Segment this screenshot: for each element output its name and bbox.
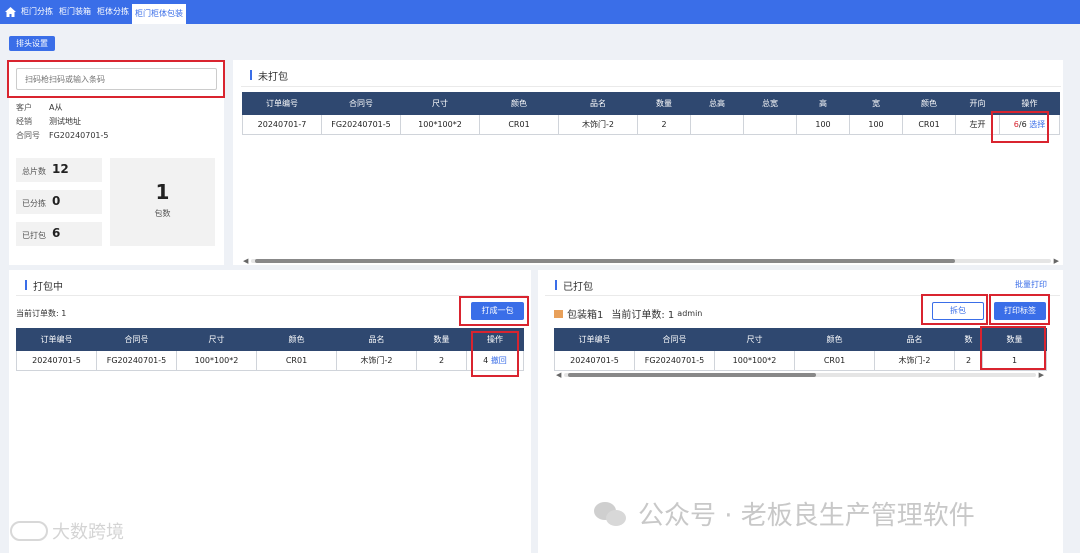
customer-label: 客户 (16, 103, 32, 112)
header-settings-button[interactable]: 排头设置 (9, 36, 55, 51)
horizontal-scrollbar[interactable]: ◀ ▶ (241, 257, 1061, 265)
table-header-row: 订单编号 合同号 尺寸 颜色 品名 数 数量 (554, 328, 1047, 351)
table-header-row: 订单编号 合同号 尺寸 颜色 品名 数量 操作 (16, 328, 524, 351)
packed-table: 订单编号 合同号 尺寸 颜色 品名 数 数量 20240701-5 FG2024… (554, 328, 1047, 371)
packed-stat: 已打包 6 (16, 222, 102, 246)
packing-panel: 打包中 当前订单数: 1 打成一包 订单编号 合同号 尺寸 颜色 品名 数量 操… (9, 270, 531, 553)
package-box-name: 包装箱1 (567, 310, 604, 321)
packing-current-orders: 当前订单数: 1 (16, 309, 67, 318)
table-row[interactable]: 20240701-5 FG20240701-5 100*100*2 CR01 木… (16, 350, 524, 371)
scan-input-highlight (7, 60, 225, 98)
table-row[interactable]: 20240701-5 FG20240701-5 100*100*2 CR01 木… (554, 350, 1047, 371)
contract-label: 合同号 (16, 131, 40, 140)
home-icon[interactable] (2, 0, 18, 24)
customer-value: A从 (49, 103, 63, 112)
packing-table: 订单编号 合同号 尺寸 颜色 品名 数量 操作 20240701-5 FG202… (16, 328, 524, 371)
unpacked-panel: 未打包 订单编号 合同号 尺寸 颜色 品名 数量 总高 总宽 高 宽 颜色 开向… (233, 60, 1063, 265)
dealer-value: 测试地址 (49, 117, 81, 126)
total-pieces-stat: 总片数 12 (16, 158, 102, 182)
packed-qty-highlight (980, 326, 1046, 370)
dealer-label: 经销 (16, 117, 32, 126)
divider (241, 86, 1061, 87)
pack-button-highlight (459, 296, 529, 326)
packed-user: admin (677, 309, 703, 318)
brand-watermark: 公众号 · 老板良生产管理软件 (638, 501, 975, 531)
table-row[interactable]: 20240701-7 FG20240701-5 100*100*2 CR01 木… (242, 114, 1060, 135)
package-count-label: 包数 (154, 209, 171, 218)
tab-door-boxing[interactable]: 柜门装箱 (56, 0, 94, 24)
unpacked-table: 订单编号 合同号 尺寸 颜色 品名 数量 总高 总宽 高 宽 颜色 开向 操作 … (242, 92, 1060, 135)
top-tab-bar: 柜门分拣 柜门装箱 柜体分拣 柜门柜体包装 (0, 0, 1080, 24)
package-box-icon (554, 309, 563, 318)
table-header-row: 订单编号 合同号 尺寸 颜色 品名 数量 总高 总宽 高 宽 颜色 开向 操作 (242, 92, 1060, 115)
horizontal-scrollbar[interactable]: ◀ ▶ (554, 371, 1046, 379)
batch-print-link[interactable]: 批量打印 (1015, 279, 1047, 290)
packing-title: 打包中 (25, 278, 63, 293)
tab-door-sorting[interactable]: 柜门分拣 (18, 0, 56, 24)
tab-cabinet-sorting[interactable]: 柜体分拣 (94, 0, 132, 24)
package-count-stat: 1 包数 (110, 158, 215, 246)
brand-logo-icon (10, 521, 48, 541)
withdraw-highlight (471, 331, 519, 377)
print-button-highlight (989, 294, 1050, 325)
contract-value: FG20240701-5 (49, 131, 109, 140)
packed-title: 已打包 (555, 278, 593, 293)
unpack-button-highlight (921, 294, 988, 325)
tab-door-cabinet-packing[interactable]: 柜门柜体包装 (132, 4, 186, 24)
divider (16, 295, 528, 296)
sorted-stat: 已分拣 0 (16, 190, 102, 214)
unpacked-title: 未打包 (250, 68, 288, 83)
operation-highlight (991, 111, 1049, 143)
packed-current-orders: 当前订单数: 1 (611, 310, 675, 321)
package-count-value: 1 (155, 180, 170, 204)
wechat-icon (594, 500, 628, 528)
left-watermark: 大数跨境 (52, 522, 124, 543)
